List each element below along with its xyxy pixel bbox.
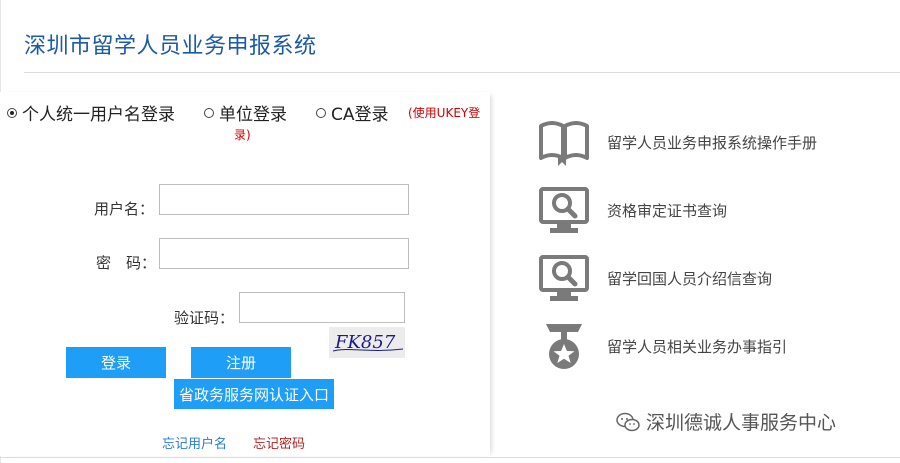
ukey-note-line2: 录)	[234, 128, 251, 142]
gov-service-login-button[interactable]: 省政务服务网认证入口	[174, 379, 334, 409]
feature-operation-manual-label: 留学人员业务申报系统操作手册	[607, 133, 818, 152]
username-label: 用户名：	[94, 200, 155, 218]
feature-introduction-letter-query-label: 留学回国人员介绍信查询	[607, 269, 773, 288]
header-divider	[24, 72, 900, 73]
radio-unchecked-icon	[204, 107, 214, 118]
footer-divider	[0, 457, 900, 458]
captcha-label: 验证码：	[174, 309, 235, 327]
radio-checked-icon	[7, 107, 17, 118]
username-input[interactable]	[159, 184, 409, 215]
feature-business-guide[interactable]: 留学人员相关业务办事指引	[538, 320, 787, 372]
captcha-text: FK857	[334, 332, 396, 353]
password-label: 密 码：	[96, 254, 157, 272]
medal-icon	[546, 324, 582, 369]
login-panel: 个人统一用户名登录 单位登录 CA登录 (使用UKEY登 录) 用户名： 密 码…	[0, 92, 490, 456]
search-monitor-icon	[539, 255, 589, 301]
login-type-personal-label: 个人统一用户名登录	[22, 105, 175, 125]
ukey-note-line1: (使用UKEY登	[408, 106, 481, 120]
login-type-personal-radio[interactable]: 个人统一用户名登录	[7, 100, 175, 125]
password-input[interactable]	[159, 238, 409, 269]
feature-business-guide-label: 留学人员相关业务办事指引	[607, 337, 788, 356]
login-button[interactable]: 登录	[66, 347, 166, 378]
feature-operation-manual[interactable]: 留学人员业务申报系统操作手册	[538, 116, 817, 168]
ukey-note: (使用UKEY登 录)	[234, 102, 486, 146]
feature-certificate-query[interactable]: 资格审定证书查询	[538, 184, 727, 236]
page-title: 深圳市留学人员业务申报系统	[24, 34, 317, 59]
watermark: 深圳德诚人事服务中心	[616, 408, 836, 435]
forgot-password-link[interactable]: 忘记密码	[253, 433, 305, 452]
wechat-icon	[616, 412, 640, 431]
register-button[interactable]: 注册	[191, 347, 291, 378]
captcha-input[interactable]	[239, 292, 405, 323]
watermark-text: 深圳德诚人事服务中心	[646, 412, 837, 434]
feature-certificate-query-label: 资格审定证书查询	[607, 201, 728, 220]
search-monitor-icon	[539, 187, 589, 233]
captcha-image[interactable]: FK857	[329, 327, 405, 358]
book-icon	[539, 121, 589, 166]
feature-introduction-letter-query[interactable]: 留学回国人员介绍信查询	[538, 252, 772, 304]
forgot-username-link[interactable]: 忘记用户名	[162, 433, 227, 452]
